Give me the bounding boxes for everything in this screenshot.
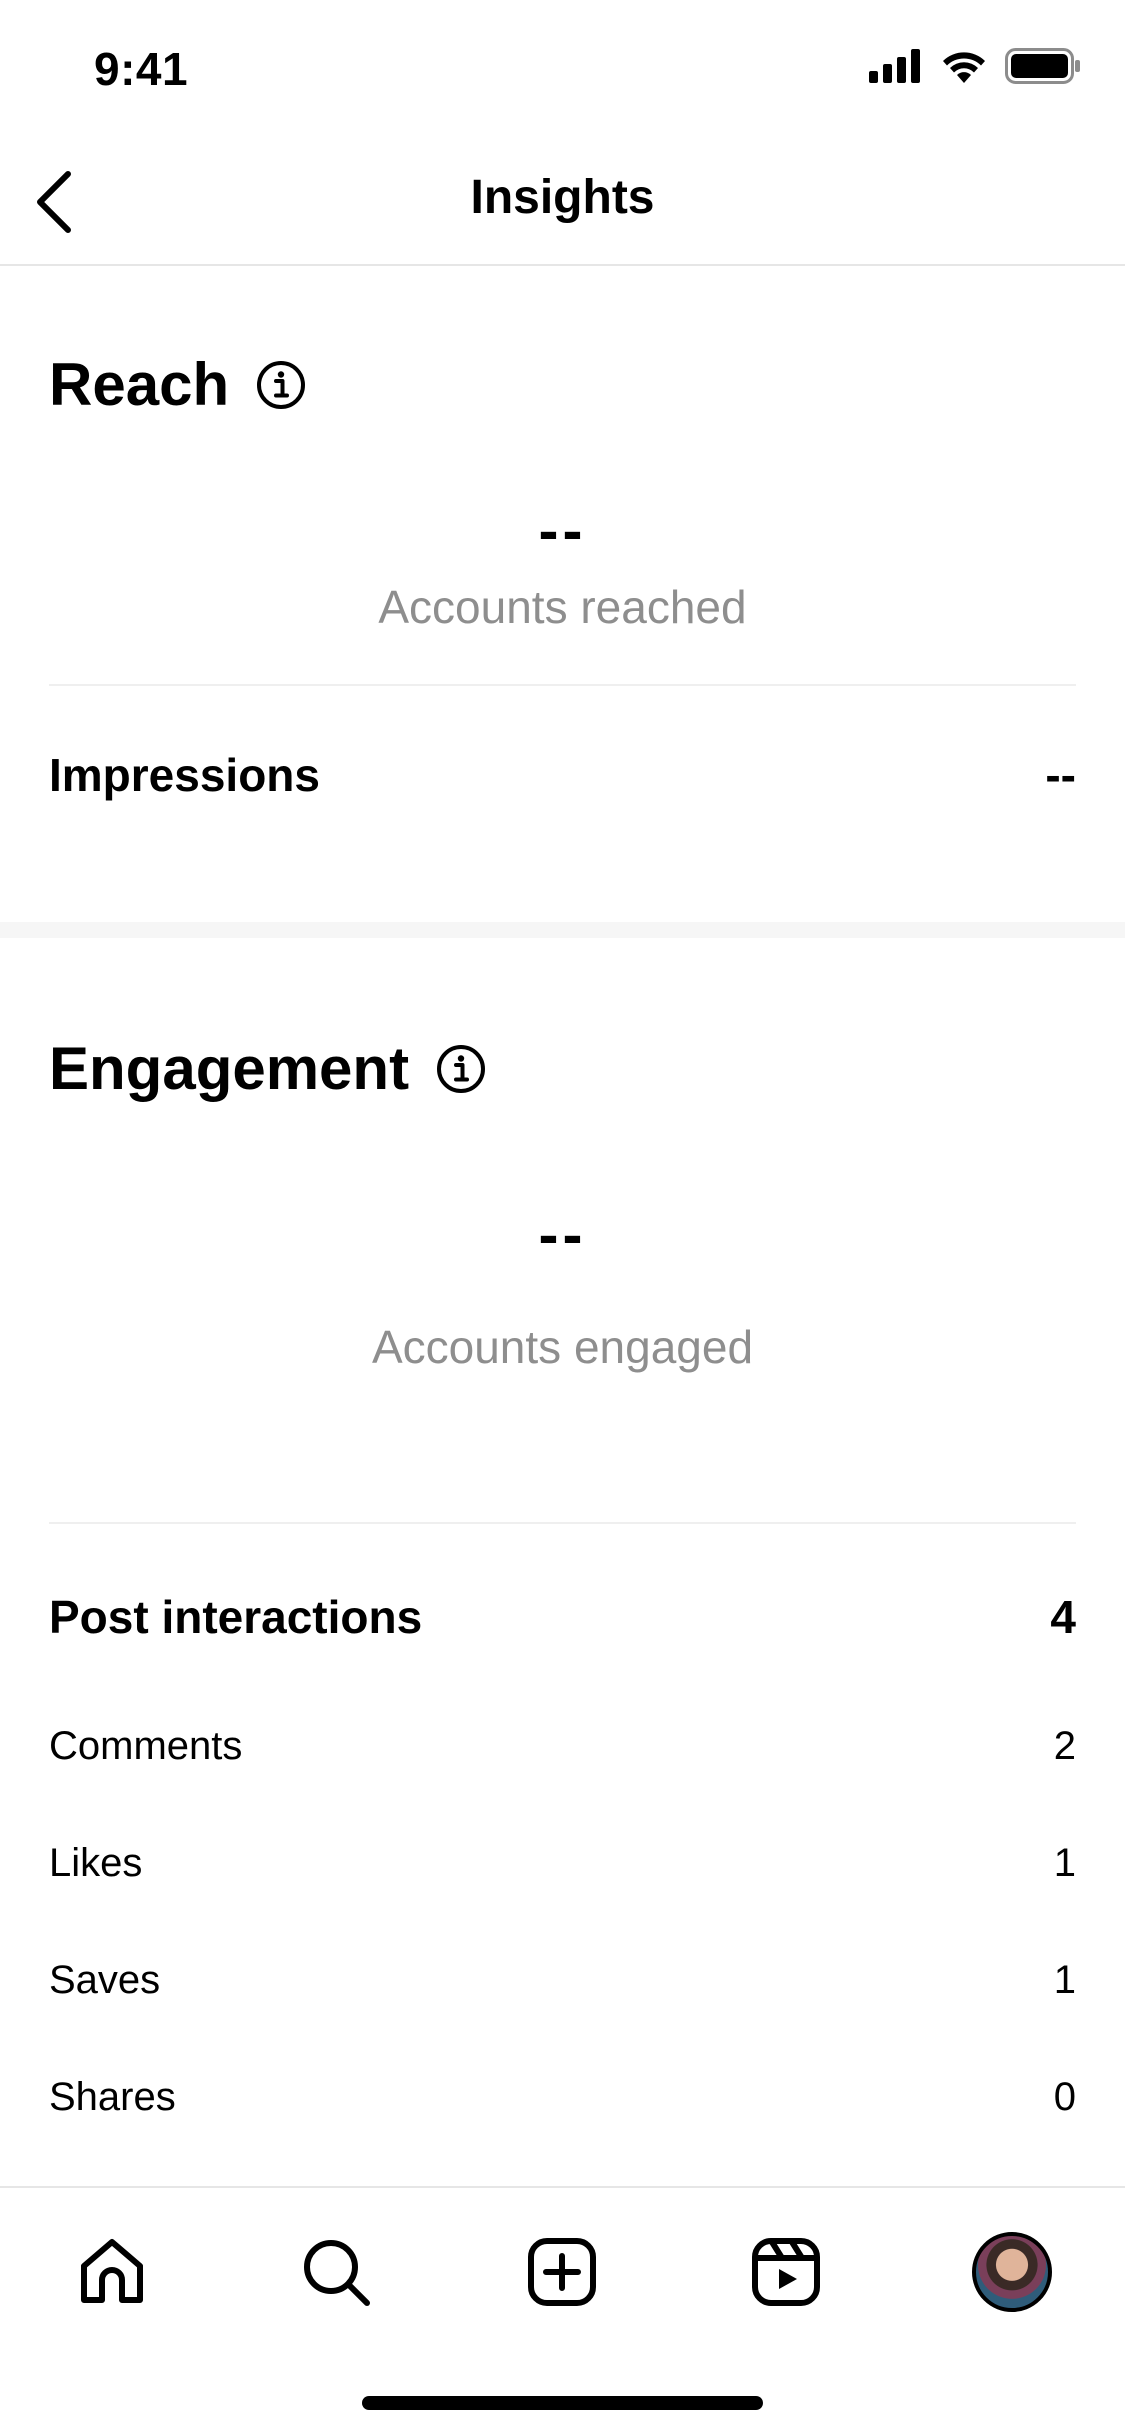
search-icon	[304, 2240, 370, 2306]
divider	[49, 684, 1076, 686]
nav-bar: Insights	[0, 140, 1125, 266]
reach-section: Reach -- Accounts reached Impressions --	[0, 268, 1125, 920]
list-item-likes: Likes 1	[49, 1841, 1076, 1886]
tab-search[interactable]	[288, 2224, 384, 2320]
engagement-title: Engagement	[49, 1034, 487, 1103]
list-item-saves: Saves 1	[49, 1958, 1076, 2003]
home-icon	[81, 2239, 143, 2303]
page-title: Insights	[470, 171, 655, 224]
info-icon[interactable]	[255, 359, 307, 411]
impressions-value: --	[1045, 749, 1076, 801]
divider	[49, 1522, 1076, 1524]
tab-create[interactable]	[514, 2224, 610, 2320]
impressions-row: Impressions --	[49, 748, 1076, 802]
status-time: 9:41	[94, 43, 189, 95]
accounts-engaged-label: Accounts engaged	[371, 1321, 754, 1373]
home-indicator	[362, 2396, 763, 2410]
cellular-signal-icon	[869, 49, 920, 83]
create-icon	[528, 2238, 596, 2306]
comments-label: Comments	[49, 1724, 243, 1768]
likes-value: 1	[1053, 1841, 1076, 1885]
shares-label: Shares	[49, 2075, 176, 2119]
reels-icon	[752, 2238, 820, 2306]
list-item-shares: Shares 0	[49, 2075, 1076, 2120]
saves-label: Saves	[49, 1958, 161, 2002]
shares-value: 0	[1053, 2075, 1076, 2119]
status-bar: 9:41	[0, 0, 1125, 140]
comments-value: 2	[1053, 1724, 1076, 1768]
accounts-engaged-value: --	[538, 1201, 587, 1268]
section-separator	[0, 922, 1125, 938]
impressions-label: Impressions	[49, 749, 320, 801]
likes-label: Likes	[49, 1841, 143, 1885]
post-interactions-label: Post interactions	[49, 1591, 423, 1643]
wifi-icon	[943, 52, 985, 83]
saves-value: 1	[1053, 1958, 1076, 2002]
battery-icon	[1005, 48, 1080, 84]
accounts-reached-label: Accounts reached	[378, 581, 747, 633]
engagement-title-label: Engagement	[49, 1035, 410, 1102]
list-item-comments: Comments 2	[49, 1724, 1076, 1769]
reach-title-label: Reach	[49, 351, 230, 418]
profile-avatar	[972, 2232, 1052, 2312]
accounts-reached-value: --	[538, 497, 587, 564]
tab-reels[interactable]	[738, 2224, 834, 2320]
reach-title: Reach	[49, 350, 307, 419]
tab-home[interactable]	[64, 2224, 160, 2320]
post-interactions-row: Post interactions 4	[49, 1590, 1076, 1644]
status-icons	[869, 48, 1081, 84]
info-icon[interactable]	[435, 1043, 487, 1095]
tab-profile[interactable]	[964, 2224, 1060, 2320]
post-interactions-value: 4	[1050, 1591, 1076, 1643]
engagement-section: Engagement -- Accounts engaged Post inte…	[0, 938, 1125, 2186]
